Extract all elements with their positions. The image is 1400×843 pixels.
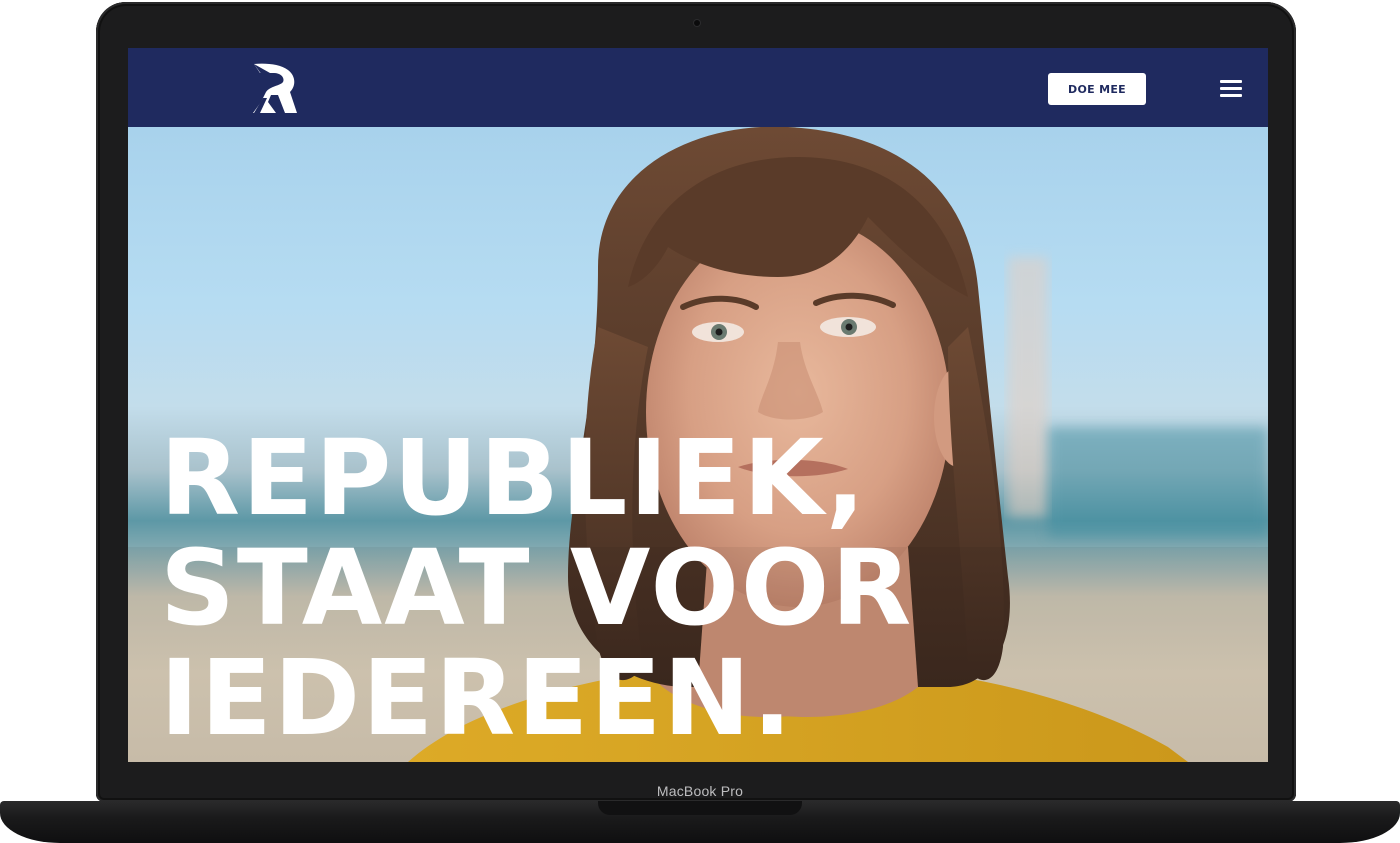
doe-mee-button[interactable]: DOE MEE bbox=[1048, 73, 1146, 105]
device-brand-label: MacBook Pro bbox=[656, 783, 744, 799]
hero-section: REPUBLIEK, STAAT VOOR IEDEREEN. bbox=[128, 127, 1268, 762]
webcam bbox=[694, 20, 700, 26]
headline-line-2: STAAT VOOR bbox=[160, 527, 914, 649]
hero-headline: REPUBLIEK, STAAT VOOR IEDEREEN. bbox=[160, 423, 913, 753]
browser-viewport: DOE MEE REPUBLIEK, STAAT VOOR IEDEREEN. bbox=[128, 48, 1268, 762]
headline-line-1: REPUBLIEK, bbox=[160, 417, 868, 539]
headline-line-3: IEDEREEN. bbox=[160, 637, 794, 759]
hamburger-menu-icon[interactable] bbox=[1220, 79, 1244, 99]
menu-lines bbox=[1220, 80, 1242, 97]
device-mockup: DOE MEE REPUBLIEK, STAAT VOOR IEDEREEN. … bbox=[0, 0, 1400, 843]
republiek-r-logo-icon bbox=[253, 63, 297, 113]
site-logo[interactable] bbox=[250, 62, 298, 114]
laptop-hinge-notch bbox=[598, 801, 802, 815]
site-header: DOE MEE bbox=[128, 48, 1268, 127]
